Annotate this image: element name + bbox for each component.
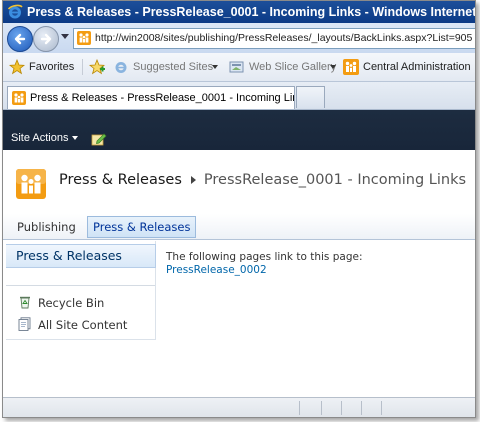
chevron-down-icon: [72, 136, 79, 141]
new-tab-button[interactable]: [296, 86, 325, 108]
breadcrumb: Press & Releases PressRelease_0001 - Inco…: [59, 172, 466, 188]
breadcrumb-site-link[interactable]: Press & Releases: [59, 172, 182, 188]
site-actions-menu[interactable]: Site Actions: [11, 132, 79, 144]
back-button[interactable]: [7, 26, 33, 52]
quick-launch-divider: [6, 285, 155, 286]
suggested-sites-button[interactable]: Suggested Sites: [113, 59, 219, 75]
central-administration-link[interactable]: Central Administration: [343, 59, 471, 75]
chevron-down-icon: [212, 65, 218, 69]
recent-pages-dropdown-icon[interactable]: [61, 34, 69, 39]
add-to-favorites-bar-button[interactable]: [89, 59, 107, 75]
status-bar-divider: [361, 401, 362, 415]
forward-arrow-icon: [40, 33, 52, 45]
status-bar-divider: [341, 401, 342, 415]
sharepoint-site-logo-icon: [16, 169, 46, 199]
back-arrow-icon: [14, 33, 26, 45]
window-title-bar[interactable]: Press & Releases - PressRelease_0001 - I…: [3, 1, 475, 23]
all-site-content-icon: [18, 317, 31, 331]
incoming-link-item[interactable]: PressRelease_0002: [166, 264, 267, 276]
web-slice-icon: [229, 61, 244, 73]
quick-launch: Press & Releases Recycle Bin All Site Co…: [6, 241, 156, 340]
breadcrumb-arrow-icon: [190, 175, 196, 184]
forward-button[interactable]: [33, 26, 59, 52]
sharepoint-icon: [343, 59, 359, 75]
favorites-star-icon: [9, 59, 25, 75]
status-bar-divider: [381, 401, 382, 415]
sharepoint-tab-icon: [12, 91, 26, 105]
sharepoint-ribbon: Site Actions: [3, 110, 475, 150]
edit-page-icon[interactable]: [91, 132, 107, 146]
page-title: PressRelease_0001 - Incoming Links: [203, 172, 467, 188]
web-slice-gallery-button[interactable]: Web Slice Gallery: [229, 59, 337, 75]
favorites-separator: [82, 59, 83, 75]
window-title: Press & Releases - PressRelease_0001 - I…: [27, 5, 475, 19]
url-input[interactable]: [95, 30, 475, 45]
ie-icon: [115, 62, 127, 73]
sharepoint-favicon-icon: [77, 31, 91, 45]
address-row: [3, 23, 475, 53]
add-favorite-icon: [89, 59, 105, 75]
internet-explorer-icon: [7, 4, 23, 19]
all-site-content-link[interactable]: All Site Content: [18, 317, 143, 333]
page-title-area: Press & Releases PressRelease_0001 - Inco…: [3, 150, 475, 210]
incoming-links-intro: The following pages link to this page:: [166, 251, 363, 263]
favorites-bar: Favorites Suggested Sites Web Slice Gall…: [3, 53, 475, 82]
favorites-button[interactable]: Favorites: [9, 59, 79, 75]
recycle-bin-link[interactable]: Recycle Bin: [18, 295, 118, 311]
recycle-bin-icon: [20, 296, 30, 309]
nav-tab-press-releases[interactable]: Press & Releases: [87, 216, 197, 238]
address-bar[interactable]: [73, 28, 475, 49]
tab-strip: Press & Releases - PressRelease_0001 - I…: [3, 82, 475, 110]
quick-launch-header[interactable]: Press & Releases: [6, 244, 156, 268]
status-bar: [3, 397, 475, 417]
nav-tab-publishing[interactable]: Publishing: [17, 220, 76, 234]
top-navigation: Publishing Press & Releases: [3, 214, 475, 240]
chevron-down-icon: [330, 65, 336, 69]
browser-window: Press & Releases - PressRelease_0001 - I…: [2, 0, 476, 418]
status-bar-divider: [321, 401, 322, 415]
tab-incoming-links[interactable]: Press & Releases - PressRelease_0001 - I…: [7, 86, 295, 109]
status-bar-divider: [299, 401, 300, 415]
